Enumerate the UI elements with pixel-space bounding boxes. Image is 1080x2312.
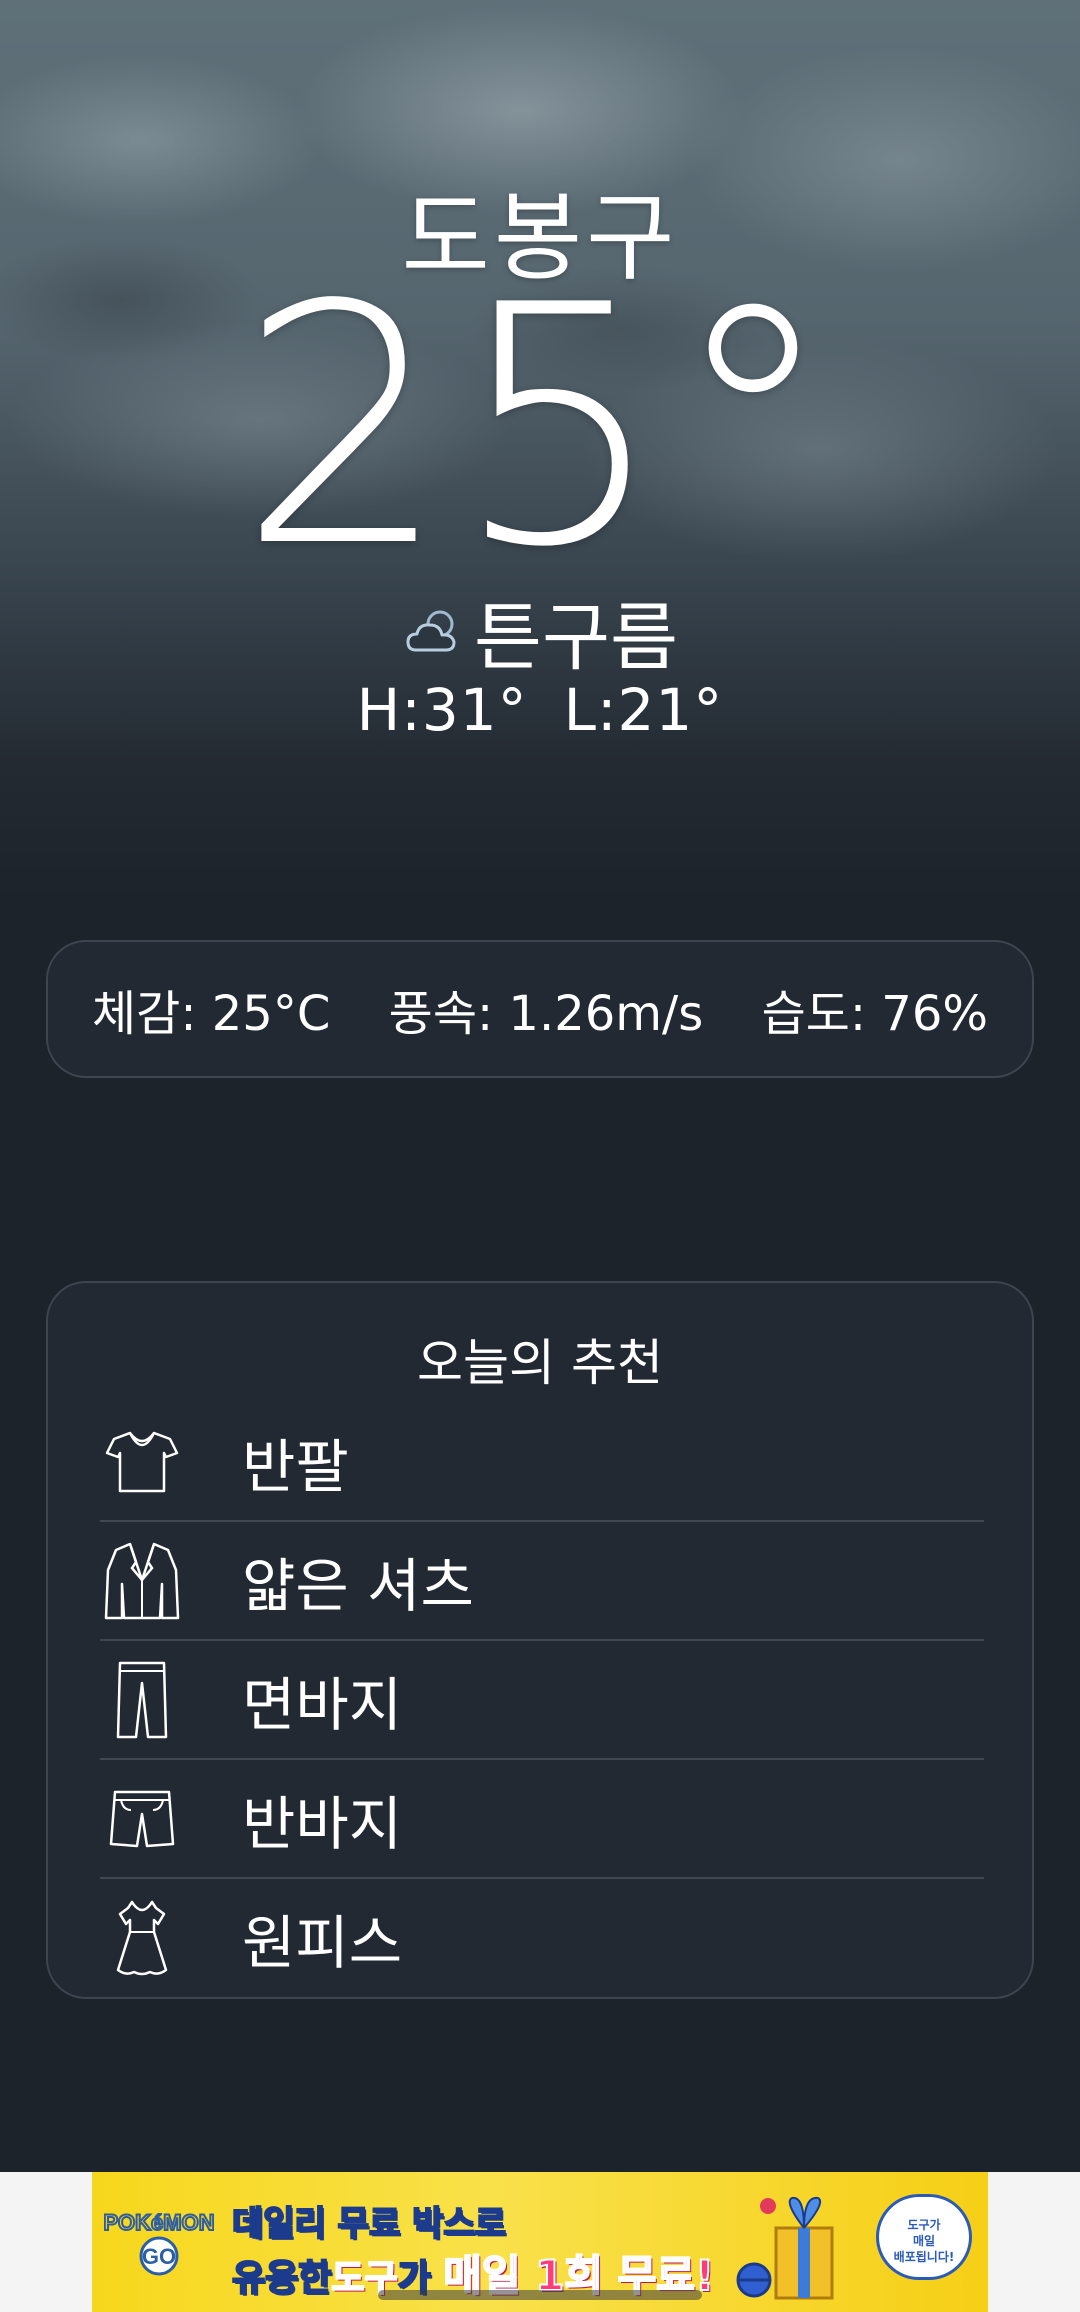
condition-text: 튼구름: [473, 595, 679, 681]
svg-text:POKéMON: POKéMON: [104, 2210, 214, 2235]
list-item: 얇은 셔츠: [100, 1522, 984, 1641]
jacket-icon: [104, 1542, 180, 1619]
recommendation-card: 오늘의 추천 반팔 얇은 셔츠 면바지 반바지 원피스: [46, 1281, 1034, 1999]
list-item-label: 얇은 셔츠: [242, 1551, 474, 1620]
pokemon-go-logo: POKéMON GO: [104, 2209, 214, 2276]
cloud-icon: [406, 610, 456, 651]
weather-condition: 튼구름: [0, 578, 1080, 685]
svg-text:GO: GO: [142, 2244, 176, 2269]
feels-like: 체감: 25°C: [92, 986, 331, 1042]
gift-box-icon: [736, 2196, 834, 2300]
list-item: 면바지: [100, 1641, 984, 1760]
list-item-label: 반바지: [242, 1789, 403, 1858]
list-item-label: 반팔: [242, 1432, 349, 1501]
recommendation-list: 반팔 얇은 셔츠 면바지 반바지 원피스: [100, 1403, 984, 1996]
ad-headline: 데일리 무료 박스로: [231, 2203, 507, 2245]
weather-screen: 도봉구 25° 튼구름 H:31° L:21° 체감: 25°C 풍속: 1.26…: [0, 0, 1080, 2312]
list-item-label: 면바지: [242, 1670, 403, 1739]
list-item: 반팔: [100, 1403, 984, 1522]
list-item: 원피스: [100, 1879, 984, 1996]
pants-icon: [116, 1661, 168, 1738]
list-item-label: 원피스: [242, 1908, 403, 1977]
weather-details-card: 체감: 25°C 풍속: 1.26m/s 습도: 76%: [46, 940, 1034, 1078]
dress-icon: [116, 1900, 168, 1975]
high-temperature: H:31°: [356, 676, 528, 744]
wind-speed: 풍속: 1.26m/s: [388, 986, 704, 1042]
home-indicator[interactable]: [378, 2290, 702, 2300]
high-low: H:31° L:21°: [0, 676, 1080, 744]
humidity: 습도: 76%: [761, 986, 988, 1042]
speech-bubble: 도구가 매일 배포됩니다!: [876, 2194, 972, 2280]
recommendation-title: 오늘의 추천: [417, 1334, 663, 1392]
shorts-icon: [109, 1790, 175, 1847]
list-item: 반바지: [100, 1760, 984, 1879]
tshirt-icon: [105, 1431, 179, 1492]
low-temperature: L:21°: [563, 676, 724, 744]
current-temperature: 25°: [238, 235, 842, 619]
